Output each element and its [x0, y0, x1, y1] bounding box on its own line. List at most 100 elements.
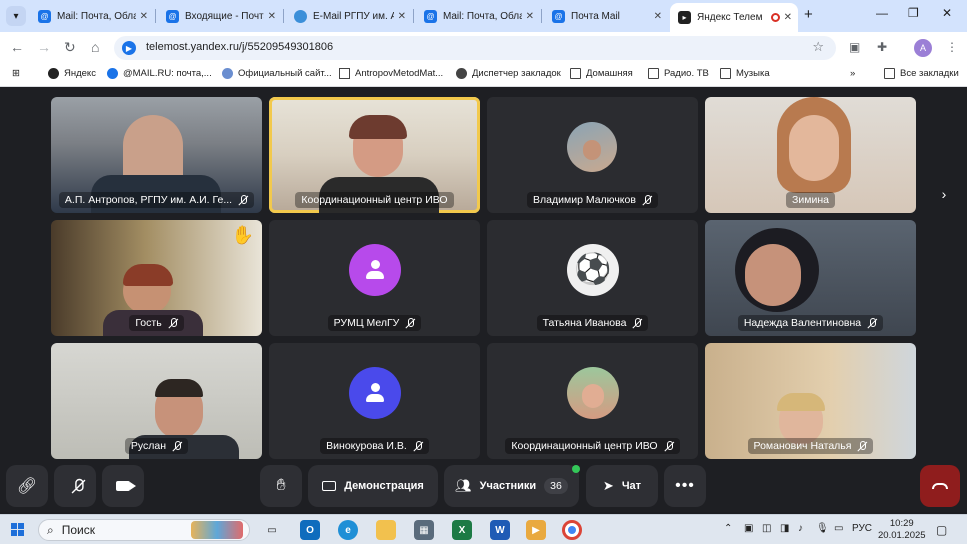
bookmark-folder-radio[interactable]: Радио. ТВ [648, 68, 709, 79]
next-page-chevron-icon[interactable]: › [930, 180, 958, 208]
notifications-icon[interactable]: ▢ [936, 523, 947, 537]
site-info-icon[interactable]: ▶ [122, 41, 136, 55]
close-tab-icon[interactable]: ✕ [654, 11, 662, 22]
recording-icon [770, 13, 780, 22]
participant-tile[interactable]: Винокурова И.В. [269, 343, 480, 459]
bookmark-manager[interactable]: Диспетчер закладок [456, 68, 561, 79]
close-window-icon[interactable]: ✕ [942, 6, 952, 20]
browser-tab[interactable]: E-Mail РГПУ им. А. ✕ [286, 4, 412, 28]
globe-icon [294, 9, 307, 23]
apps-grid-icon[interactable]: ⊞ [12, 68, 20, 79]
bookmarks-bar: ⊞ Яндекс @MAIL.RU: почта,... Официальный… [0, 63, 967, 87]
windows-start-icon[interactable] [11, 523, 24, 536]
mic-off-icon [664, 440, 674, 452]
address-toolbar: ← → ↻ ⌂ ▶ telemost.yandex.ru/j/552095493… [0, 32, 967, 63]
reload-icon[interactable]: ↻ [64, 39, 76, 56]
more-bookmarks-icon[interactable]: » [850, 68, 855, 79]
back-icon[interactable]: ← [10, 39, 24, 55]
raise-hand-button[interactable]: ✋︎ [260, 465, 302, 507]
bookmark-mail[interactable]: @MAIL.RU: почта,... [107, 68, 212, 79]
tray-overflow-chevron-icon[interactable]: ⌃ [724, 523, 732, 534]
media-player-icon[interactable]: ▶ [526, 520, 546, 540]
omnibox[interactable]: ▶ telemost.yandex.ru/j/55209549301806 ☆ [114, 36, 836, 60]
participant-tile[interactable]: Руслан [51, 343, 262, 459]
participant-tile-speaking[interactable]: Координационный центр ИВО [269, 97, 480, 213]
forward-icon[interactable]: → [37, 39, 51, 55]
mail-at-icon: @ [552, 9, 565, 23]
outlook-icon[interactable]: O [300, 520, 320, 540]
file-explorer-icon[interactable] [376, 520, 396, 540]
bookmark-official-site[interactable]: Официальный сайт... [222, 68, 332, 79]
user-avatar-icon [349, 367, 401, 419]
close-tab-icon[interactable]: ✕ [268, 11, 276, 22]
mic-off-icon [71, 478, 85, 493]
participant-name: Романович Наталья [753, 440, 852, 452]
home-icon[interactable]: ⌂ [91, 39, 99, 55]
participant-tile[interactable]: Координационный центр ИВО [487, 343, 698, 459]
browser-tab-bar: ▾ @ Mail: Почта, Облак ✕ @ Входящие - По… [0, 0, 967, 32]
tray-mic-icon[interactable]: 🎙︎ [816, 523, 829, 534]
restore-icon[interactable]: ❐ [908, 6, 919, 20]
new-tab-icon[interactable]: + [804, 6, 813, 23]
end-call-button[interactable] [920, 465, 960, 507]
browser-tab[interactable]: @ Mail: Почта, Облак ✕ [30, 4, 154, 28]
calculator-icon[interactable]: ▦ [414, 520, 434, 540]
close-tab-icon[interactable]: ✕ [784, 12, 792, 23]
taskbar-search-input[interactable]: ⌕ Поиск [38, 519, 250, 541]
close-tab-icon[interactable]: ✕ [140, 11, 148, 22]
participant-name: Координационный центр ИВО [301, 194, 448, 206]
participant-tile[interactable]: Владимир Малючков [487, 97, 698, 213]
language-indicator[interactable]: РУС [852, 523, 872, 534]
browser-tab[interactable]: @ Входящие - Почта ✕ [158, 4, 282, 28]
bookmark-antropov[interactable]: AntropovMetodMat... [339, 68, 443, 79]
tray-network-icon[interactable]: ▭ [834, 523, 843, 534]
bookmark-yandex[interactable]: Яндекс [48, 68, 96, 79]
url-text[interactable]: telemost.yandex.ru/j/55209549301806 [146, 41, 333, 53]
chat-button[interactable]: ➤ Чат [586, 465, 658, 507]
participant-tile[interactable]: Романович Наталья [705, 343, 916, 459]
tray-app-icon[interactable]: ▣ [744, 523, 753, 534]
excel-icon[interactable]: X [452, 520, 472, 540]
close-tab-icon[interactable]: ✕ [526, 11, 534, 22]
cast-icon[interactable]: ▣ [849, 40, 860, 54]
participant-tile[interactable]: Зимина [705, 97, 916, 213]
copy-link-button[interactable]: 🔗︎ [6, 465, 48, 507]
menu-kebab-icon[interactable]: ⋮ [946, 40, 958, 54]
participants-button[interactable]: 👥︎ Участники 36 [444, 465, 579, 507]
browser-tab-active[interactable]: ▸ Яндекс Телем ✕ [670, 3, 798, 32]
tray-app-icon[interactable]: ◨ [780, 523, 789, 534]
microphone-toggle-button[interactable] [54, 465, 96, 507]
tray-app-icon[interactable]: ◫ [762, 523, 771, 534]
chrome-icon[interactable] [562, 520, 582, 540]
word-icon[interactable]: W [490, 520, 510, 540]
camera-toggle-button[interactable] [102, 465, 144, 507]
bookmark-folder-home[interactable]: Домашняя [570, 68, 633, 79]
screen-share-button[interactable]: Демонстрация [308, 465, 438, 507]
close-tab-icon[interactable]: ✕ [398, 11, 406, 22]
participant-tile[interactable]: ✋ Гость [51, 220, 262, 336]
more-options-button[interactable]: ••• [664, 465, 706, 507]
task-view-icon[interactable]: ▭ [262, 520, 282, 540]
system-clock[interactable]: 10:29 20.01.2025 [878, 518, 926, 542]
participant-tile[interactable]: А.П. Антропов, РГПУ им. А.И. Ге... [51, 97, 262, 213]
participant-name: А.П. Антропов, РГПУ им. А.И. Ге... [64, 194, 233, 206]
participant-tile[interactable]: РУМЦ МелГУ [269, 220, 480, 336]
user-avatar-icon [349, 244, 401, 296]
bookmark-folder-music[interactable]: Музыка [720, 68, 770, 79]
edge-icon[interactable]: e [338, 520, 358, 540]
participant-tile[interactable]: Надежда Валентиновна [705, 220, 916, 336]
tab-search-dropdown-icon[interactable]: ▾ [6, 6, 26, 26]
browser-tab[interactable]: @ Mail: Почта, Облак ✕ [416, 4, 540, 28]
browser-tab[interactable]: @ Почта Mail ✕ [544, 4, 668, 28]
mic-off-icon [172, 440, 182, 452]
windows-taskbar: ⌕ Поиск ▭ O e ▦ X W ▶ ⌃ ▣ ◫ ◨ ♪ 🎙︎ ▭ РУС… [0, 514, 967, 544]
mail-at-icon: @ [38, 9, 51, 23]
minimize-icon[interactable]: — [876, 6, 888, 20]
participant-tile[interactable]: ⚽ Татьяна Иванова [487, 220, 698, 336]
bookmark-star-icon[interactable]: ☆ [812, 39, 824, 55]
tray-volume-icon[interactable]: ♪ [798, 523, 803, 534]
extensions-icon[interactable]: ✚ [877, 40, 887, 54]
all-bookmarks[interactable]: Все закладки [884, 68, 959, 79]
telemost-icon: ▸ [678, 11, 691, 24]
profile-avatar[interactable]: A [914, 39, 932, 57]
